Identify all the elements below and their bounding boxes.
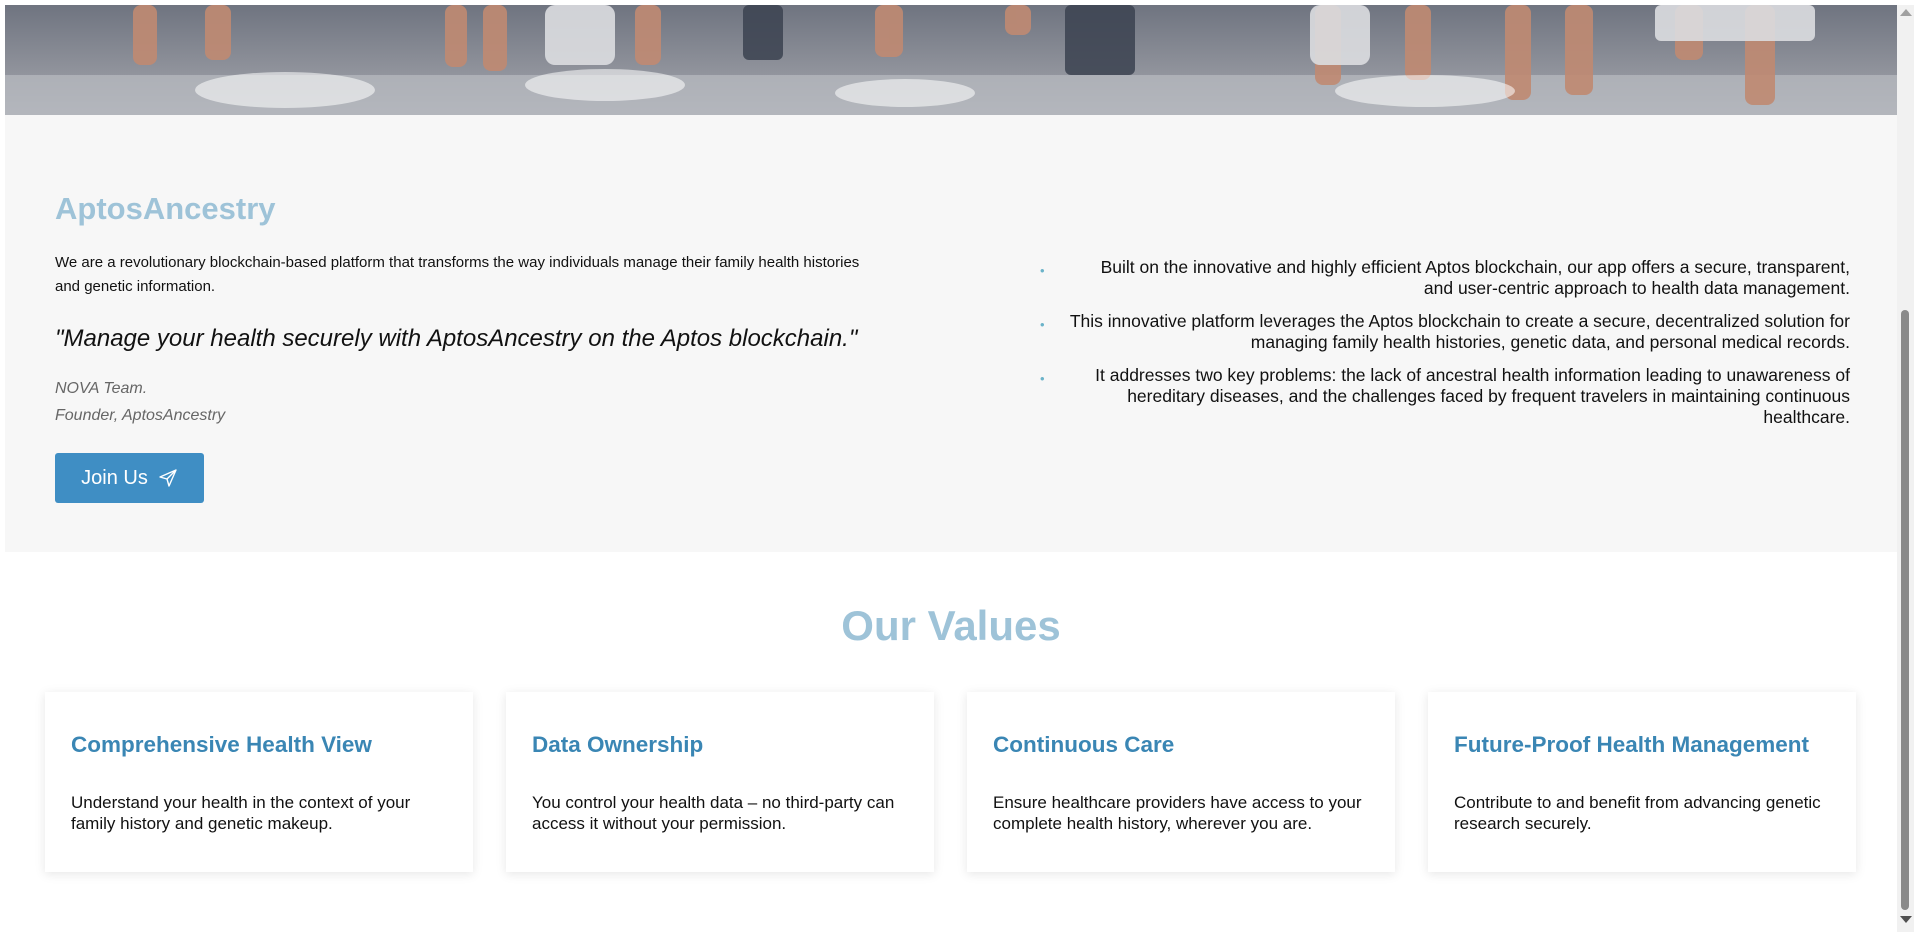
list-item: • This innovative platform leverages the …: [1040, 311, 1850, 352]
value-card-text: Ensure healthcare providers have access …: [993, 793, 1362, 833]
value-card-text: Contribute to and benefit from advancing…: [1454, 793, 1821, 833]
page-viewport: AptosAncestry We are a revolutionary blo…: [5, 5, 1897, 932]
author-role: Founder, AptosAncestry: [55, 407, 226, 424]
vertical-scrollbar[interactable]: [1897, 5, 1914, 932]
scroll-down-arrow-icon[interactable]: [1900, 916, 1912, 923]
value-card-text: Understand your health in the context of…: [71, 793, 411, 833]
value-card-title: Data Ownership: [532, 732, 704, 757]
join-us-label: Join Us: [81, 466, 148, 489]
about-quote: "Manage your health securely with AptosA…: [55, 325, 858, 352]
value-card-continuous-care: Continuous Care Ensure healthcare provid…: [967, 692, 1395, 872]
value-card-title: Future-Proof Health Management: [1454, 732, 1810, 757]
send-icon: [159, 469, 177, 487]
value-card-title: Comprehensive Health View: [71, 732, 372, 757]
about-section: AptosAncestry We are a revolutionary blo…: [5, 115, 1897, 552]
join-us-button[interactable]: Join Us: [55, 453, 204, 503]
bullet-dot-icon: •: [1040, 263, 1045, 278]
scroll-up-arrow-icon[interactable]: [1900, 9, 1912, 16]
quote-author: NOVA Team. Founder, AptosAncestry: [55, 375, 225, 429]
hero-image: [5, 5, 1897, 115]
about-title: AptosAncestry: [55, 191, 276, 226]
value-card-comprehensive-health-view: Comprehensive Health View Understand you…: [45, 692, 473, 872]
about-bullet-list: • Built on the innovative and highly effi…: [1040, 257, 1850, 440]
author-name: NOVA Team.: [55, 380, 148, 397]
value-card-future-proof-health-management: Future-Proof Health Management Contribut…: [1428, 692, 1856, 872]
list-item: • It addresses two key problems: the lack…: [1040, 365, 1850, 427]
values-title: Our Values: [841, 602, 1061, 649]
list-item: • Built on the innovative and highly effi…: [1040, 257, 1850, 298]
bullet-dot-icon: •: [1040, 317, 1045, 332]
scrollbar-thumb[interactable]: [1901, 310, 1909, 910]
value-card-title: Continuous Care: [993, 732, 1175, 757]
about-description: We are a revolutionary blockchain-based …: [55, 254, 860, 295]
value-card-data-ownership: Data Ownership You control your health d…: [506, 692, 934, 872]
bullet-dot-icon: •: [1040, 371, 1045, 386]
beach-legs-photo: [5, 5, 1897, 115]
value-card-text: You control your health data – no third-…: [532, 793, 895, 833]
